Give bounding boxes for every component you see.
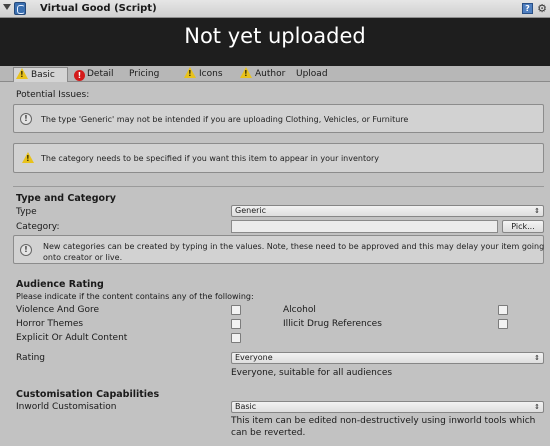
customisation-dropdown[interactable]: Basic ⇕ xyxy=(231,401,544,413)
customisation-value: Basic xyxy=(235,402,257,411)
category-input[interactable] xyxy=(231,220,498,233)
info-icon: ! xyxy=(20,244,32,256)
warning-icon xyxy=(184,67,196,78)
warning-icon xyxy=(22,152,34,163)
warning-icon xyxy=(16,68,28,79)
gear-icon[interactable]: ⚙ xyxy=(537,2,547,15)
info-icon: ! xyxy=(20,113,32,125)
rating-description: Everyone, suitable for all audiences xyxy=(231,368,393,378)
alcohol-label: Alcohol xyxy=(283,305,316,315)
explicit-checkbox[interactable] xyxy=(231,333,241,343)
tab-label: Upload xyxy=(296,69,328,79)
drug-checkbox[interactable] xyxy=(498,319,508,329)
section-divider xyxy=(13,186,544,187)
drug-label: Illicit Drug References xyxy=(283,319,382,329)
explicit-label: Explicit Or Adult Content xyxy=(16,333,128,343)
tab-pricing[interactable]: Pricing xyxy=(129,67,159,82)
rating-label: Rating xyxy=(16,353,46,363)
violence-label: Violence And Gore xyxy=(16,305,100,315)
customisation-desc-line-1: This item can be edited non-destructivel… xyxy=(231,416,536,426)
rating-value: Everyone xyxy=(235,353,273,362)
tab-basic[interactable]: Basic xyxy=(13,67,68,82)
upload-status-text: Not yet uploaded xyxy=(184,24,366,48)
type-label: Type xyxy=(16,207,37,217)
error-icon: ! xyxy=(74,70,85,81)
warning-icon xyxy=(240,67,252,78)
pick-category-button[interactable]: Pick... xyxy=(502,220,544,233)
horror-label: Horror Themes xyxy=(16,319,84,329)
rating-dropdown[interactable]: Everyone ⇕ xyxy=(231,352,544,364)
tab-detail[interactable]: ! Detail xyxy=(74,67,114,82)
tab-label: Icons xyxy=(199,69,223,79)
note-line-1: New categories can be created by typing … xyxy=(43,242,545,251)
customisation-heading: Customisation Capabilities xyxy=(16,389,160,400)
type-category-heading: Type and Category xyxy=(16,193,116,204)
upload-status-banner: Not yet uploaded xyxy=(0,18,550,66)
info-box-category-note: ! New categories can be created by typin… xyxy=(13,235,544,264)
potential-issues-heading: Potential Issues: xyxy=(16,90,90,100)
chevron-updown-icon: ⇕ xyxy=(534,354,540,362)
info-message: The type 'Generic' may not be intended i… xyxy=(41,115,409,124)
alcohol-checkbox[interactable] xyxy=(498,305,508,315)
customisation-desc-line-2: can be reverted. xyxy=(231,428,306,438)
component-title: Virtual Good (Script) xyxy=(40,3,157,14)
tab-label: Author xyxy=(255,69,286,79)
warning-box-category: The category needs to be specified if yo… xyxy=(13,143,544,173)
script-icon xyxy=(14,2,26,15)
customisation-label: Inworld Customisation xyxy=(16,402,117,412)
tab-label: Detail xyxy=(87,69,114,79)
warning-message: The category needs to be specified if yo… xyxy=(41,154,380,163)
chevron-updown-icon: ⇕ xyxy=(534,403,540,411)
tab-label: Basic xyxy=(31,70,55,80)
tab-bar: Basic !Detail Pricing Icons Author Uploa… xyxy=(0,66,550,82)
tab-icons[interactable]: Icons xyxy=(184,67,223,82)
audience-rating-heading: Audience Rating xyxy=(16,279,104,290)
inspector-header: Virtual Good (Script) ? ⚙ xyxy=(0,0,550,18)
violence-checkbox[interactable] xyxy=(231,305,241,315)
tab-upload[interactable]: Upload xyxy=(296,67,328,82)
horror-checkbox[interactable] xyxy=(231,319,241,329)
tab-label: Pricing xyxy=(129,69,160,79)
info-box-type: ! The type 'Generic' may not be intended… xyxy=(13,104,544,133)
chevron-updown-icon: ⇕ xyxy=(534,207,540,215)
note-line-2: onto creator or live. xyxy=(43,253,123,262)
category-label: Category: xyxy=(16,222,60,232)
help-icon[interactable]: ? xyxy=(522,3,533,14)
type-value: Generic xyxy=(235,206,267,215)
type-dropdown[interactable]: Generic ⇕ xyxy=(231,205,544,217)
foldout-arrow-icon[interactable] xyxy=(3,4,11,10)
audience-prompt: Please indicate if the content contains … xyxy=(16,292,254,301)
tab-author[interactable]: Author xyxy=(240,67,285,82)
